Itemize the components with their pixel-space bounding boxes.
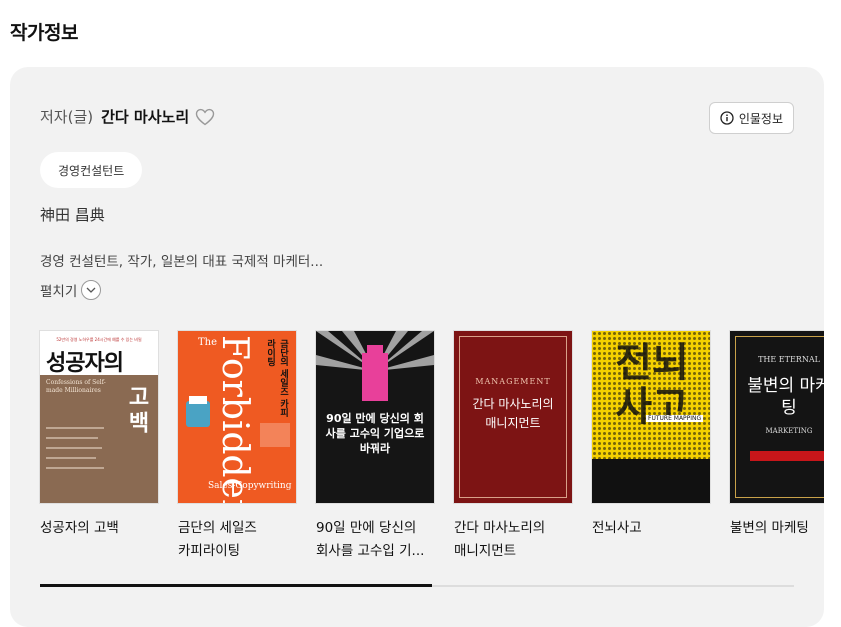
cover-english: Sales-Copywriting — [208, 481, 292, 491]
book-item[interactable]: The Forbidden 금단의 세일즈 카피라이팅 Sales-Copywr… — [178, 331, 296, 563]
book-cover[interactable]: 전뇌사고 FUTURE MAPPING — [592, 331, 710, 503]
carousel-scrollbar[interactable] — [40, 584, 794, 587]
person-info-label: 인물정보 — [738, 111, 783, 126]
book-item[interactable]: 전뇌사고 FUTURE MAPPING 전뇌사고 — [592, 331, 710, 563]
book-item[interactable]: MANAGEMENT 간다 마사노리의 매니지먼트 간다 마사노리의 매니지먼트 — [454, 331, 572, 563]
book-item[interactable]: THE ETERNAL 불변의 마케팅 MARKETING 불변의 마케팅 — [730, 331, 824, 563]
author-card: 저자(글) 간다 마사노리 인물정보 경영컨설턴트 神田 昌典 경영 컨설턴트,… — [10, 67, 824, 627]
person-info-button[interactable]: 인물정보 — [708, 102, 794, 134]
book-title[interactable]: 간다 마사노리의 매니지먼트 — [454, 517, 572, 563]
carousel-scrollbar-thumb[interactable] — [40, 584, 433, 587]
occupation-tag[interactable]: 경영컨설턴트 — [40, 152, 143, 188]
book-list: 52만의 경영 노하우를 24시간에 예를 수 있는 비밀 성공자의 Confe… — [40, 331, 824, 563]
cover-tagline: 52만의 경영 노하우를 24시간에 예를 수 있는 비밀 — [56, 337, 142, 342]
author-description: 경영 컨설턴트, 작가, 일본의 대표 국제적 마케터... — [40, 254, 324, 270]
book-cover[interactable]: THE ETERNAL 불변의 마케팅 MARKETING — [730, 331, 824, 503]
cover-title: 간다 마사노리의 매니지먼트 — [472, 397, 554, 430]
info-icon — [720, 111, 734, 125]
cover-english: THE ETERNAL — [758, 355, 820, 364]
author-original-name: 神田 昌典 — [40, 206, 105, 224]
cover-subtitle: 고백 — [124, 385, 149, 437]
chevron-down-icon — [81, 280, 102, 300]
book-cover[interactable]: 52만의 경영 노하우를 24시간에 예를 수 있는 비밀 성공자의 Confe… — [40, 331, 158, 503]
cover-title: 성공자의 — [46, 351, 124, 376]
book-title[interactable]: 전뇌사고 — [592, 517, 710, 540]
cover-title: 90일 만에 당신의 회사를 고수익 기업으로 바꿔라 — [325, 412, 425, 455]
cover-title: 불변의 마케팅 — [747, 376, 824, 418]
author-role: 저자(글) — [40, 108, 94, 126]
heart-icon[interactable] — [195, 108, 215, 126]
book-title[interactable]: 불변의 마케팅 — [730, 517, 824, 540]
cover-english: FUTURE MAPPING — [646, 415, 704, 422]
author-row: 저자(글) 간다 마사노리 — [40, 106, 215, 127]
expand-label: 펼치기 — [40, 284, 78, 300]
cover-korean-title: 금단의 세일즈 카피라이팅 — [265, 339, 288, 418]
cover-english: Confessions of Self-made Millionaires — [46, 379, 106, 394]
book-title[interactable]: 성공자의 고백 — [40, 517, 158, 540]
cover-title: Forbidden — [214, 335, 255, 503]
cover-english-sub: MARKETING — [765, 427, 813, 435]
book-cover[interactable]: MANAGEMENT 간다 마사노리의 매니지먼트 — [454, 331, 572, 503]
author-name[interactable]: 간다 마사노리 — [101, 106, 189, 127]
expand-button[interactable]: 펼치기 — [40, 280, 102, 300]
book-title[interactable]: 금단의 세일즈 카피라이팅 — [178, 517, 296, 563]
page-title: 작가정보 — [10, 22, 78, 44]
book-cover[interactable]: The Forbidden 금단의 세일즈 카피라이팅 Sales-Copywr… — [178, 331, 296, 503]
book-item[interactable]: 90일 만에 당신의 회사를 고수익 기업으로 바꿔라 90일 만에 당신의 회… — [316, 331, 434, 563]
book-cover[interactable]: 90일 만에 당신의 회사를 고수익 기업으로 바꿔라 — [316, 331, 434, 503]
cover-english: MANAGEMENT — [475, 377, 551, 386]
book-title[interactable]: 90일 만에 당신의 회사를 고수입 기... — [316, 517, 434, 563]
book-item[interactable]: 52만의 경영 노하우를 24시간에 예를 수 있는 비밀 성공자의 Confe… — [40, 331, 158, 563]
